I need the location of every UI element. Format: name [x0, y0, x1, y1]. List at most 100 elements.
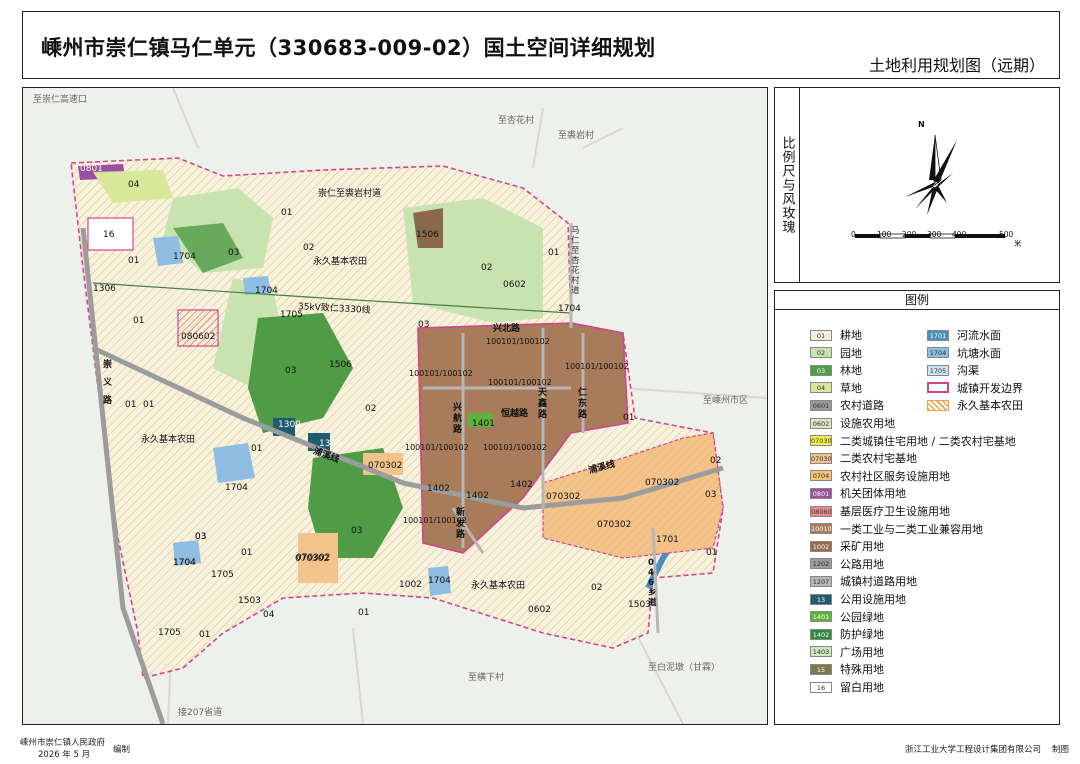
- legend-item: 16 留白用地: [810, 680, 884, 694]
- parcel-code-p16: 16: [103, 230, 115, 240]
- parcel-code-p01a: 01: [281, 208, 293, 218]
- legend-label: 机关团体用地: [840, 487, 906, 501]
- legend-item: 0601 农村道路: [810, 398, 884, 412]
- legend-label: 采矿用地: [840, 540, 884, 554]
- parcel-code-p1402a: 1402: [427, 484, 450, 494]
- map-panel[interactable]: 至崇仁高速口 至杏花村 至裘岩村 至嵊州市区 至横下村 至白泥墩（甘霖） 接20…: [22, 87, 768, 725]
- parcel-code-ind7: 100101/100102: [403, 516, 467, 525]
- parcel-code-p1704b: 1704: [255, 286, 278, 296]
- legend-item: 城镇开发边界: [927, 381, 1023, 395]
- legend-label: 广场用地: [840, 645, 884, 659]
- legend-title: 图例: [775, 291, 1059, 310]
- road-rendong-label: 仁东路: [578, 388, 588, 420]
- parcel-code-p1701: 1701: [656, 535, 679, 545]
- legend-label: 特殊用地: [840, 663, 884, 677]
- legend-swatch: 0601: [810, 399, 832, 411]
- legend-swatch: 1207: [810, 575, 832, 587]
- scale-tick: 400: [952, 230, 967, 239]
- parcel-code-p080602: 080602: [181, 332, 216, 342]
- parcel-code-p1402c: 1402: [510, 480, 533, 490]
- legend-swatch: 1701: [927, 329, 949, 341]
- road-chongyan-label: 崇仁至裘岩村道: [318, 189, 382, 199]
- legend-swatch: 1202: [810, 558, 832, 570]
- footer-role-draw: 制图: [1052, 745, 1070, 755]
- legend-swatch: 1403: [810, 646, 832, 658]
- legend-item: 1403 广场用地: [810, 645, 884, 659]
- parcel-code-p1503a: 1503: [238, 596, 261, 606]
- dir-to-207: 接207省道: [178, 708, 223, 718]
- legend-item: 04 草地: [810, 381, 862, 395]
- parcel-code-p03a: 03: [228, 248, 240, 258]
- parcel-code-p070302e: 070302: [645, 478, 680, 488]
- legend-swatch: 0801: [810, 487, 832, 499]
- parcel-code-p1306: 1306: [93, 284, 116, 294]
- parcel-code-p1401: 1401: [472, 419, 495, 429]
- parcel-code-p01d: 01: [133, 316, 145, 326]
- legend-item: 01 耕地: [810, 328, 862, 342]
- legend-swatch: 070301/070302: [810, 435, 832, 447]
- parcel-code-p0602b: 0602: [528, 605, 551, 615]
- road-tianxin-label: 天鑫路: [538, 388, 548, 420]
- dir-to-baini: 至白泥墩（甘霖）: [648, 663, 721, 673]
- legend-label: 坑塘水面: [957, 346, 1001, 360]
- parcel-code-ind3: 100101/100102: [488, 378, 552, 387]
- farmland-label: 永久基本农田: [141, 435, 196, 445]
- legend-swatch: 0602: [810, 417, 832, 429]
- legend-label: 防护绿地: [840, 628, 884, 642]
- parcel-code-p0801: 0801: [80, 164, 103, 174]
- legend-label: 城镇村道路用地: [840, 575, 917, 589]
- parcel-code-p03g: 03: [195, 532, 207, 542]
- scale-tick: 300: [927, 230, 942, 239]
- parcel-code-p04b: 04: [263, 610, 275, 620]
- parcel-code-p1506: 1506: [416, 230, 439, 240]
- legend-item: 1402 防护绿地: [810, 627, 884, 641]
- dir-to-shengzhou: 至嵊州市区: [703, 396, 749, 406]
- parcel-code-p01f: 01: [251, 444, 263, 454]
- legend-swatch: 04: [810, 382, 832, 394]
- parcel-code-p1704f: 1704: [428, 576, 451, 586]
- parcel-code-p01k: 01: [358, 608, 370, 618]
- legend-item: 03 林地: [810, 363, 862, 377]
- dir-to-expressway: 至崇仁高速口: [33, 95, 88, 105]
- legend-swatch: [927, 382, 949, 394]
- legend-label: 河流水面: [957, 329, 1001, 342]
- legend-label: 草地: [840, 381, 862, 395]
- footer-org: 嵊州市崇仁镇人民政府: [20, 738, 106, 748]
- parcel-code-p1002: 1002: [399, 580, 422, 590]
- parcel-code-p1705a: 1705: [280, 310, 303, 320]
- scale-tick: 200: [902, 230, 917, 239]
- legend-item: 1002 采矿用地: [810, 539, 884, 553]
- legend-label: 沟渠: [957, 364, 979, 378]
- legend-swatch: 1705: [927, 364, 949, 376]
- parcel-code-ind2: 100101/100102: [486, 337, 550, 346]
- legend-item: 070302 二类农村宅基地: [810, 451, 917, 465]
- legend-swatch: 13: [810, 593, 832, 605]
- parcel-code-p1705b: 1705: [211, 570, 234, 580]
- parcel-code-p1704g: 1704: [173, 558, 196, 568]
- legend-label: 耕地: [840, 329, 862, 342]
- parcel-code-p02b: 02: [481, 263, 493, 273]
- scale-tick: 0: [851, 230, 856, 239]
- map-title: 嵊州市崇仁镇马仁单元（330683-009-02）国土空间详细规划: [41, 36, 656, 60]
- parcel-code-ind4: 100101/100102: [565, 362, 629, 371]
- legend-frame: 图例 01 耕地 02 园地 03 林地 04 草地 0601 农村道路 0602 设施农用地 0703…: [774, 290, 1060, 725]
- wind-rose-icon: [855, 134, 1005, 239]
- parcel-code-ind1: 100101/100102: [409, 369, 473, 378]
- legend-swatch: 1002: [810, 540, 832, 552]
- legend-item: 0801 机关团体用地: [810, 486, 906, 500]
- legend-swatch: 1401: [810, 611, 832, 623]
- legend-label: 公用设施用地: [840, 593, 906, 606]
- legend-label: 设施农用地: [840, 417, 895, 430]
- legend-swatch: 03: [810, 364, 832, 376]
- footer-maker: 浙江工业大学工程设计集团有限公司: [905, 745, 1042, 755]
- legend-label: 公路用地: [840, 557, 884, 571]
- parcel-code-p03c: 03: [418, 320, 430, 330]
- dir-to-heng: 至横下村: [468, 673, 505, 683]
- farmland-label: 永久基本农田: [313, 257, 368, 267]
- legend-swatch: 02: [810, 347, 832, 359]
- parcel-code-p1503b: 1503: [628, 600, 651, 610]
- legend-label: 林地: [840, 364, 862, 378]
- scale-tick: 500: [999, 230, 1014, 239]
- parcel-code-p01l: 01: [125, 400, 137, 410]
- dir-to-xingcun: 至杏花村: [498, 116, 535, 126]
